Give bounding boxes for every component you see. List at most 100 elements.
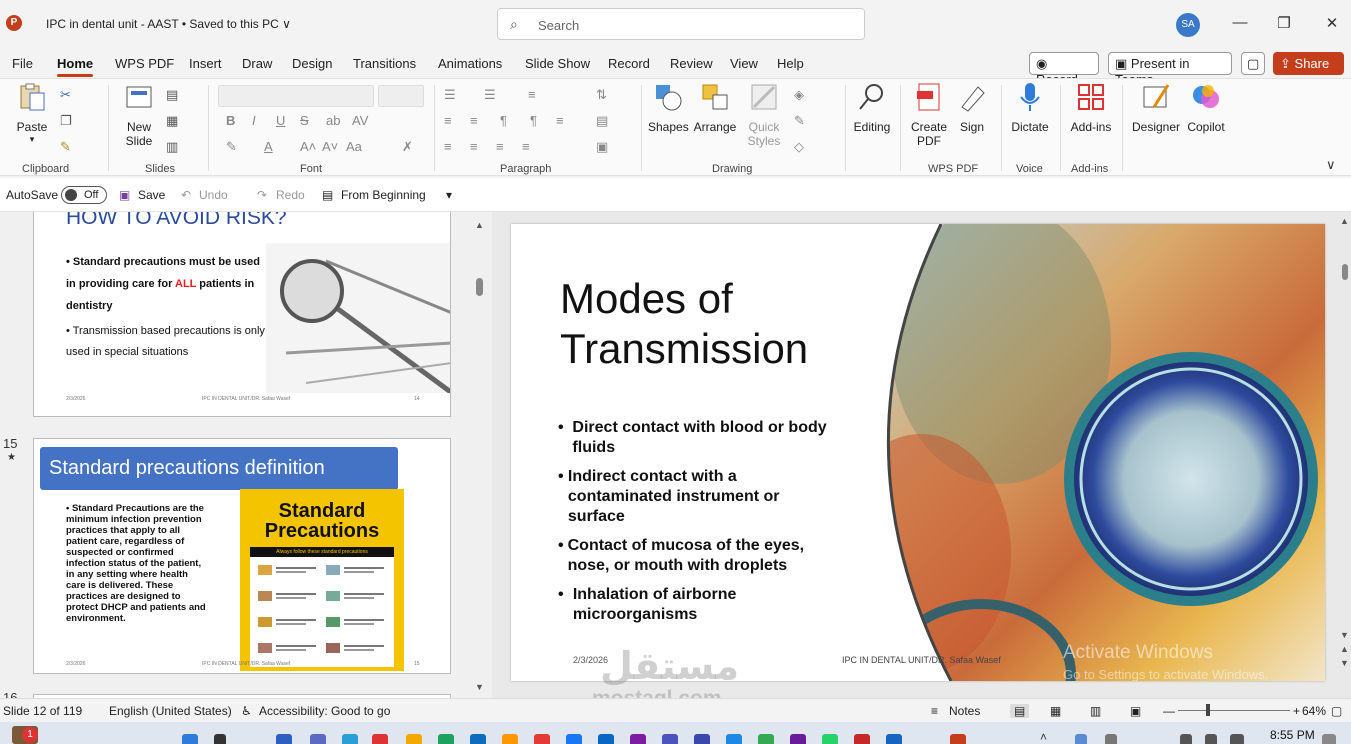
font-color-icon[interactable]: A (264, 139, 273, 154)
scroll-down-icon[interactable]: ▼ (1340, 630, 1349, 640)
undo-icon[interactable]: ↶ (181, 188, 191, 202)
redo-button[interactable]: Redo (276, 188, 305, 202)
app-icon[interactable] (502, 734, 518, 744)
format-painter-icon[interactable]: ✎ (60, 139, 71, 155)
from-beginning-button[interactable]: From Beginning (341, 188, 426, 202)
align-center-icon[interactable]: ≡ (470, 139, 478, 154)
undo-button[interactable]: Undo (199, 188, 228, 202)
add-ins-button[interactable]: Add-ins (1068, 81, 1114, 134)
underline-icon[interactable]: U (276, 113, 285, 128)
numbering-icon[interactable]: ☰ (484, 87, 496, 103)
present-icon[interactable]: ▤ (322, 188, 333, 202)
create-pdf-button[interactable]: Create PDF (908, 81, 950, 148)
tab-slide-show[interactable]: Slide Show (525, 56, 590, 71)
app-icon[interactable] (854, 734, 870, 744)
app-icon[interactable] (726, 734, 742, 744)
change-case-icon[interactable]: Aa (346, 139, 362, 154)
zoom-slider-thumb[interactable] (1206, 704, 1210, 716)
shrink-font-icon[interactable]: A˅ (322, 139, 338, 154)
collapse-ribbon-icon[interactable]: ∨ (1326, 157, 1336, 173)
scroll-up-icon[interactable]: ▲ (1340, 216, 1349, 226)
app-icon[interactable] (886, 734, 902, 744)
app-icon[interactable] (790, 734, 806, 744)
record-button[interactable]: ◉ Record (1029, 52, 1099, 87)
bold-icon[interactable]: B (226, 113, 235, 128)
main-slide-canvas[interactable]: Modes of Transmission • Direct contact wi… (511, 224, 1325, 681)
teams-icon[interactable] (662, 734, 678, 744)
scroll-up-icon[interactable]: ▲ (475, 220, 484, 230)
align-right-icon[interactable]: ≡ (496, 139, 504, 154)
line-spacing-icon[interactable]: ≡ (528, 87, 536, 102)
tab-file[interactable]: File (12, 56, 33, 71)
char-spacing-icon[interactable]: AV (352, 113, 368, 128)
edge-icon[interactable] (470, 734, 486, 744)
present-in-teams-button[interactable]: ▣ Present in Teams (1108, 52, 1232, 87)
shapes-button[interactable]: Shapes (648, 81, 689, 134)
notes-icon[interactable]: ≡ (931, 704, 938, 718)
clear-format-icon[interactable]: ✗ (402, 139, 413, 155)
accessibility-icon[interactable]: ♿ (241, 704, 252, 718)
section-icon[interactable]: ▥ (166, 139, 178, 155)
linkedin-icon[interactable] (598, 734, 614, 744)
tab-wps-pdf[interactable]: WPS PDF (115, 56, 174, 71)
tab-draw[interactable]: Draw (242, 56, 272, 71)
file-explorer-icon[interactable] (406, 734, 422, 744)
scrollbar-thumb[interactable] (476, 278, 483, 296)
facebook-icon[interactable] (566, 734, 582, 744)
tab-help[interactable]: Help (777, 56, 804, 71)
telegram-icon[interactable] (342, 734, 358, 744)
reset-icon[interactable]: ▦ (166, 113, 178, 129)
font-family-select[interactable] (218, 85, 374, 107)
save-button[interactable]: Save (138, 188, 165, 202)
tray-chevron-icon[interactable]: ˄ (1040, 730, 1047, 744)
whatsapp-icon[interactable] (822, 734, 838, 744)
cut-icon[interactable]: ✂ (60, 87, 71, 103)
app-icon[interactable] (310, 734, 326, 744)
fit-to-window-icon[interactable]: ▢ (1331, 704, 1342, 718)
document-title[interactable]: IPC in dental unit - AAST • Saved to thi… (46, 17, 291, 31)
tray-icon[interactable] (1075, 734, 1087, 744)
powerpoint-taskbar-icon[interactable] (950, 734, 966, 744)
tab-transitions[interactable]: Transitions (353, 56, 416, 71)
editor-scrollbar[interactable]: ▲ ▼ ▲ ▼ (1340, 216, 1350, 696)
strikethrough-icon[interactable]: S (300, 113, 309, 128)
share-button[interactable]: ⇪ Share ▾ (1273, 52, 1344, 87)
slide-sorter-icon[interactable]: ▦ (1050, 704, 1061, 718)
tab-design[interactable]: Design (292, 56, 332, 71)
bullets-icon[interactable]: ☰ (444, 87, 456, 103)
shadow-icon[interactable]: ab (326, 113, 340, 128)
align-text-icon[interactable]: ▤ (596, 113, 608, 129)
minimize-icon[interactable]: — (1230, 14, 1250, 31)
tab-animations[interactable]: Animations (438, 56, 502, 71)
sign-button[interactable]: Sign (956, 81, 988, 134)
shape-fill-icon[interactable]: ◈ (794, 87, 804, 103)
thumbnails-scrollbar[interactable]: ▲ ▼ (475, 220, 485, 692)
save-icon[interactable]: ▣ (119, 188, 130, 202)
rtl-icon[interactable]: ¶ (500, 113, 507, 128)
smartart-icon[interactable]: ▣ (596, 139, 608, 155)
designer-button[interactable]: Designer (1130, 81, 1182, 134)
language-indicator[interactable]: English (United States) (109, 704, 232, 718)
avatar[interactable]: SA (1176, 13, 1200, 37)
quick-styles-button[interactable]: Quick Styles (742, 81, 786, 148)
scroll-down-icon[interactable]: ▼ (475, 682, 484, 692)
autosave-toggle[interactable]: Off (61, 186, 107, 204)
shape-outline-icon[interactable]: ✎ (794, 113, 805, 129)
scrollbar-thumb[interactable] (1342, 264, 1348, 280)
search-input[interactable]: ⌕ Search (497, 8, 865, 40)
tab-view[interactable]: View (730, 56, 758, 71)
increase-indent-icon[interactable]: ≡ (470, 113, 478, 128)
text-direction-icon[interactable]: ⇅ (596, 87, 607, 103)
copy-icon[interactable]: ❐ (60, 113, 72, 129)
battery-icon[interactable] (1230, 734, 1244, 744)
slide-thumbnails-pane[interactable]: HOW TO AVOID RISK? • Standard precaution… (0, 212, 492, 698)
app-icon[interactable] (630, 734, 646, 744)
volume-icon[interactable] (1205, 734, 1217, 744)
app-icon[interactable] (694, 734, 710, 744)
app-icon[interactable] (276, 734, 292, 744)
layout-icon[interactable]: ▤ (166, 87, 178, 103)
zoom-out-icon[interactable]: — (1163, 704, 1175, 718)
slide-thumbnail-15[interactable]: Standard precautions definition • Standa… (33, 438, 451, 674)
paste-button[interactable]: Paste ▾ (14, 81, 50, 145)
tab-insert[interactable]: Insert (189, 56, 222, 71)
